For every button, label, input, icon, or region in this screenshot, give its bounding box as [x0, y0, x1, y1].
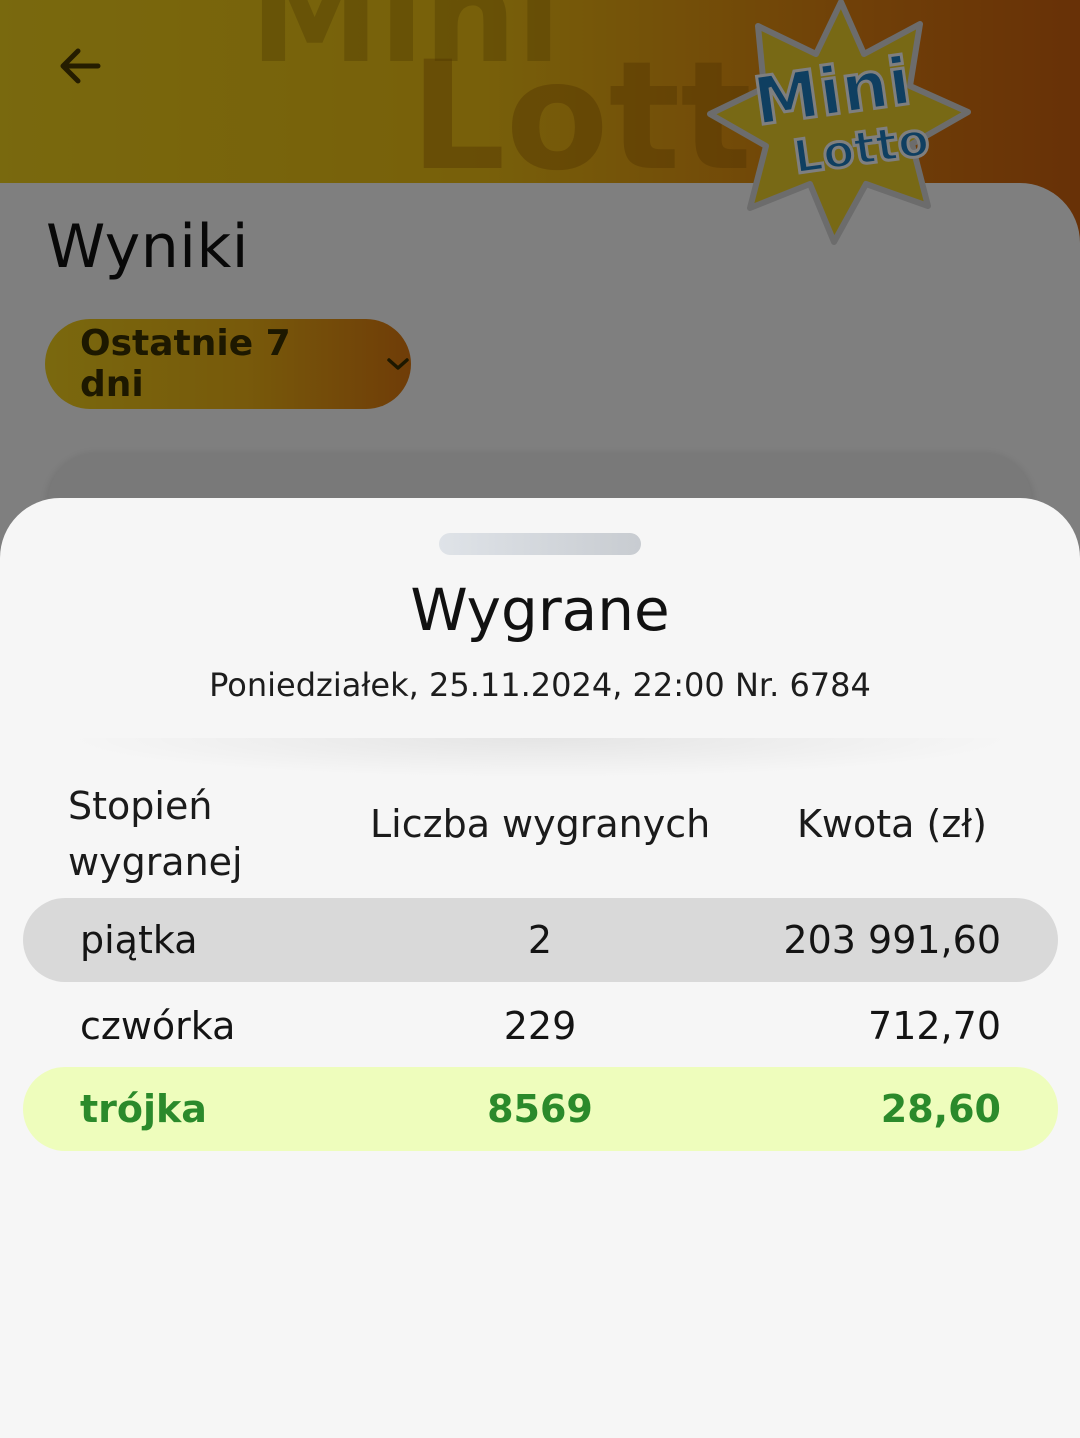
prize-tier: piątka: [80, 918, 198, 962]
sheet-title: Wygrane: [410, 576, 670, 644]
winners-count: 229: [503, 1004, 577, 1048]
winners-count: 2: [527, 918, 553, 962]
divider: [60, 738, 1020, 778]
sheet-drag-handle[interactable]: [439, 533, 641, 555]
column-header-count: Liczba wygranych: [370, 802, 711, 846]
prize-tier: czwórka: [80, 1004, 236, 1048]
prize-amount: 28,60: [880, 1087, 1001, 1131]
prize-amount: 712,70: [868, 1004, 1001, 1048]
prize-tier: trójka: [80, 1087, 207, 1131]
column-header-amount: Kwota (zł): [797, 802, 987, 846]
winners-count: 8569: [487, 1087, 593, 1131]
table-row-highlighted: trójka 8569 28,60: [23, 1067, 1058, 1151]
prize-amount: 203 991,60: [783, 918, 1001, 962]
column-header-tier: Stopień wygranej: [68, 784, 243, 884]
draw-info: Poniedziałek, 25.11.2024, 22:00 Nr. 6784: [209, 666, 871, 704]
table-row: piątka 2 203 991,60: [23, 898, 1058, 982]
winnings-bottom-sheet: Wygrane Poniedziałek, 25.11.2024, 22:00 …: [0, 498, 1080, 1438]
table-row: czwórka 229 712,70: [23, 984, 1058, 1068]
